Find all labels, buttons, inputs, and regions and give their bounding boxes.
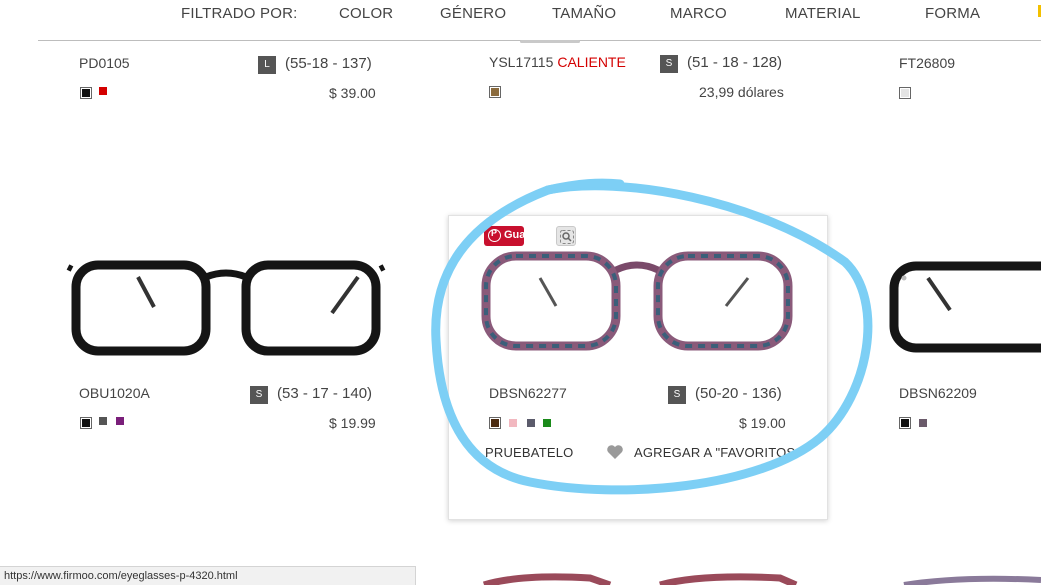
product-price: $ 19.00 [739, 415, 786, 431]
color-swatch-selected[interactable] [899, 417, 911, 429]
glasses-image-partial[interactable] [480, 573, 800, 585]
color-swatch[interactable] [527, 419, 535, 427]
glasses-image-partial[interactable] [900, 575, 1041, 585]
product-code[interactable]: OBU1020A [79, 385, 150, 401]
color-swatch-selected[interactable] [80, 87, 92, 99]
product-code[interactable]: DBSN62277 [489, 385, 567, 401]
try-on-link[interactable]: PRUEBATELO [485, 445, 573, 460]
color-swatch-selected[interactable] [899, 87, 911, 99]
glasses-image-dbsn62209[interactable] [888, 258, 1041, 358]
color-swatch-selected[interactable] [489, 86, 501, 98]
hot-badge: CALIENTE [557, 54, 626, 70]
product-price: $ 39.00 [329, 85, 376, 101]
color-swatch[interactable] [919, 419, 927, 427]
size-badge: L [258, 56, 276, 74]
filter-shape[interactable]: FORMA [925, 5, 980, 22]
product-code[interactable]: DBSN62209 [899, 385, 977, 401]
product-price: 23,99 dólares [699, 84, 784, 100]
add-to-favorites-link[interactable]: AGREGAR A "FAVORITOS [634, 445, 795, 460]
filter-label: FILTRADO POR: [181, 5, 298, 22]
frame-dimensions: (55-18 - 137) [285, 55, 372, 72]
color-swatch[interactable] [509, 419, 517, 427]
size-badge: S [668, 386, 686, 404]
filter-size[interactable]: TAMAÑO [552, 5, 616, 22]
glasses-image-obu1020a[interactable] [66, 255, 388, 365]
frame-dimensions: (51 - 18 - 128) [687, 54, 783, 71]
pinterest-save-button[interactable]: P Guardar [484, 226, 547, 246]
filter-frame[interactable]: MARCO [670, 5, 727, 22]
frame-dimensions: (53 - 17 - 140) [277, 385, 373, 402]
color-swatch[interactable] [99, 87, 107, 95]
product-code[interactable]: PD0105 [79, 55, 130, 71]
glasses-image-dbsn62277[interactable] [478, 248, 798, 358]
filter-gender[interactable]: GÉNERO [440, 5, 506, 22]
size-badge: S [660, 55, 678, 73]
product-code[interactable]: YSL17115 CALIENTE [489, 54, 626, 70]
scroll-notch [520, 40, 580, 43]
lens-search-icon [560, 230, 574, 244]
pinterest-icon: P [488, 228, 501, 242]
color-swatch-selected[interactable] [489, 417, 501, 429]
size-badge: S [250, 386, 268, 404]
color-swatch[interactable] [99, 417, 107, 425]
heart-icon[interactable] [606, 444, 624, 460]
color-swatch-selected[interactable] [80, 417, 92, 429]
filter-material[interactable]: MATERIAL [785, 5, 861, 22]
status-bar-url: https://www.firmoo.com/eyeglasses-p-4320… [0, 566, 416, 585]
frame-dimensions: (50-20 - 136) [695, 385, 782, 402]
product-code[interactable]: FT26809 [899, 55, 955, 71]
filter-bar: FILTRADO POR: COLOR GÉNERO TAMAÑO MARCO … [38, 0, 1041, 41]
product-price: $ 19.99 [329, 415, 376, 431]
visual-search-button[interactable] [556, 226, 576, 246]
color-swatch[interactable] [116, 417, 124, 425]
color-swatch[interactable] [543, 419, 551, 427]
filter-color[interactable]: COLOR [339, 5, 393, 22]
